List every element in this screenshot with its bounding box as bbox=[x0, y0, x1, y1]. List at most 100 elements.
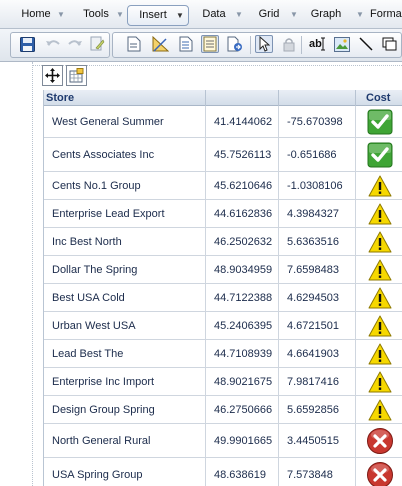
store-cell: Inc Best North bbox=[52, 235, 122, 248]
grid-properties-handle[interactable] bbox=[66, 65, 87, 86]
latitude-cell: 49.9901665 bbox=[214, 434, 273, 447]
header-divider bbox=[355, 90, 356, 106]
design-canvas[interactable]: Store Cost West General Summer 41.4144062… bbox=[0, 62, 402, 486]
svg-text:ab: ab bbox=[309, 38, 322, 50]
notes-button[interactable] bbox=[201, 35, 219, 53]
notes-icon bbox=[203, 36, 217, 52]
toolbar-separator bbox=[301, 36, 302, 54]
column-divider bbox=[205, 458, 206, 486]
header-store[interactable]: Store bbox=[46, 90, 74, 106]
rectangle-button[interactable] bbox=[381, 35, 399, 53]
edit-page-button[interactable] bbox=[88, 35, 106, 53]
cost-status-cell bbox=[356, 284, 402, 311]
save-button[interactable] bbox=[18, 35, 36, 53]
column-divider bbox=[205, 312, 206, 339]
table-row[interactable]: West General Summer 41.4144062 -75.670398 bbox=[44, 106, 402, 138]
menu-grid-caret-icon: ▼ bbox=[290, 10, 298, 19]
longitude-cell: 5.6363516 bbox=[287, 235, 339, 248]
lock-button[interactable] bbox=[280, 35, 298, 53]
store-cell: Enterprise Inc Import bbox=[52, 375, 155, 388]
store-grid[interactable]: Store Cost West General Summer 41.4144062… bbox=[43, 90, 402, 486]
column-divider bbox=[205, 340, 206, 367]
column-divider bbox=[278, 284, 279, 311]
check-status-icon bbox=[367, 109, 392, 134]
column-divider bbox=[278, 172, 279, 199]
latitude-cell: 44.6162836 bbox=[214, 207, 273, 220]
store-cell: USA Spring Group bbox=[52, 468, 143, 481]
table-row[interactable]: USA Spring Group 48.638619 7.573848 bbox=[44, 458, 402, 486]
column-divider bbox=[278, 138, 279, 171]
page-icon bbox=[127, 36, 141, 52]
column-divider bbox=[205, 396, 206, 423]
text-button[interactable]: ab bbox=[308, 35, 330, 53]
store-cell: Design Group Spring bbox=[52, 403, 155, 416]
pointer-button[interactable] bbox=[255, 35, 273, 53]
table-row[interactable]: Design Group Spring 46.2750666 5.6592856 bbox=[44, 396, 402, 424]
page-button[interactable] bbox=[125, 35, 143, 53]
image-button[interactable] bbox=[333, 35, 351, 53]
column-divider bbox=[278, 200, 279, 227]
menu-grid[interactable]: Grid bbox=[250, 4, 288, 25]
page-arrow-icon bbox=[227, 36, 242, 52]
longitude-cell: 4.6721501 bbox=[287, 319, 339, 332]
cost-status-cell bbox=[356, 228, 402, 255]
table-row[interactable]: Lead Best The 44.7108939 4.6641903 bbox=[44, 340, 402, 368]
redo-button[interactable] bbox=[66, 35, 84, 53]
lock-icon bbox=[283, 37, 295, 51]
menu-tools-caret-icon: ▼ bbox=[116, 10, 124, 19]
redo-icon bbox=[68, 40, 82, 46]
latitude-cell: 48.9034959 bbox=[214, 263, 273, 276]
ruler-icon bbox=[152, 36, 169, 52]
table-row[interactable]: North General Rural 49.9901665 3.4450515 bbox=[44, 424, 402, 458]
column-divider bbox=[278, 228, 279, 255]
ruler-button[interactable] bbox=[151, 35, 169, 53]
undo-button[interactable] bbox=[44, 35, 62, 53]
store-cell: Dollar The Spring bbox=[52, 263, 138, 276]
document-button[interactable] bbox=[177, 35, 195, 53]
warning-status-icon bbox=[368, 315, 391, 336]
longitude-cell: 7.9817416 bbox=[287, 375, 339, 388]
menu-data[interactable]: Data bbox=[194, 4, 234, 25]
header-cost[interactable]: Cost bbox=[366, 90, 390, 106]
text-ab-icon: ab bbox=[309, 37, 325, 51]
menu-home-caret-icon: ▼ bbox=[57, 10, 65, 19]
longitude-cell: 4.6641903 bbox=[287, 347, 339, 360]
cost-status-cell bbox=[356, 312, 402, 339]
warning-status-icon bbox=[368, 343, 391, 364]
store-cell: Lead Best The bbox=[52, 347, 124, 360]
warning-status-icon bbox=[368, 259, 391, 280]
table-row[interactable]: Enterprise Lead Export 44.6162836 4.398432… bbox=[44, 200, 402, 228]
margin-guide-horizontal bbox=[32, 65, 402, 66]
menu-graph[interactable]: Graph bbox=[304, 4, 348, 25]
menu-home[interactable]: Home bbox=[12, 4, 60, 25]
warning-status-icon bbox=[368, 203, 391, 224]
table-row[interactable]: Inc Best North 46.2502632 5.6363516 bbox=[44, 228, 402, 256]
menu-tools[interactable]: Tools bbox=[70, 4, 122, 25]
undo-icon bbox=[46, 40, 60, 46]
cost-status-cell bbox=[356, 396, 402, 423]
menu-graph-caret-icon: ▼ bbox=[356, 10, 364, 19]
latitude-cell: 44.7108939 bbox=[214, 347, 273, 360]
table-row[interactable]: Urban West USA 45.2406395 4.6721501 bbox=[44, 312, 402, 340]
line-button[interactable] bbox=[357, 35, 375, 53]
table-row[interactable]: Enterprise Inc Import 48.9021675 7.9817416 bbox=[44, 368, 402, 396]
move-handle[interactable] bbox=[42, 65, 63, 86]
line-icon bbox=[359, 37, 373, 51]
longitude-cell: -0.651686 bbox=[287, 148, 337, 161]
column-divider bbox=[205, 256, 206, 283]
save-icon bbox=[19, 36, 35, 52]
image-icon bbox=[334, 36, 350, 52]
menu-insert[interactable]: Insert ▼ bbox=[127, 5, 189, 26]
page-arrow-button[interactable] bbox=[226, 35, 244, 53]
table-row[interactable]: Cents No.1 Group 45.6210646 -1.0308106 bbox=[44, 172, 402, 200]
menu-format[interactable]: Forma bbox=[370, 4, 402, 25]
table-row[interactable]: Cents Associates Inc 45.7526113 -0.651686 bbox=[44, 138, 402, 172]
warning-status-icon bbox=[368, 175, 391, 196]
longitude-cell: 7.6598483 bbox=[287, 263, 339, 276]
table-row[interactable]: Best USA Cold 44.7122388 4.6294503 bbox=[44, 284, 402, 312]
table-row[interactable]: Dollar The Spring 48.9034959 7.6598483 bbox=[44, 256, 402, 284]
margin-guide-vertical bbox=[32, 62, 33, 486]
latitude-cell: 45.7526113 bbox=[214, 148, 272, 161]
store-cell: Cents Associates Inc bbox=[52, 148, 155, 161]
header-divider bbox=[278, 90, 279, 106]
